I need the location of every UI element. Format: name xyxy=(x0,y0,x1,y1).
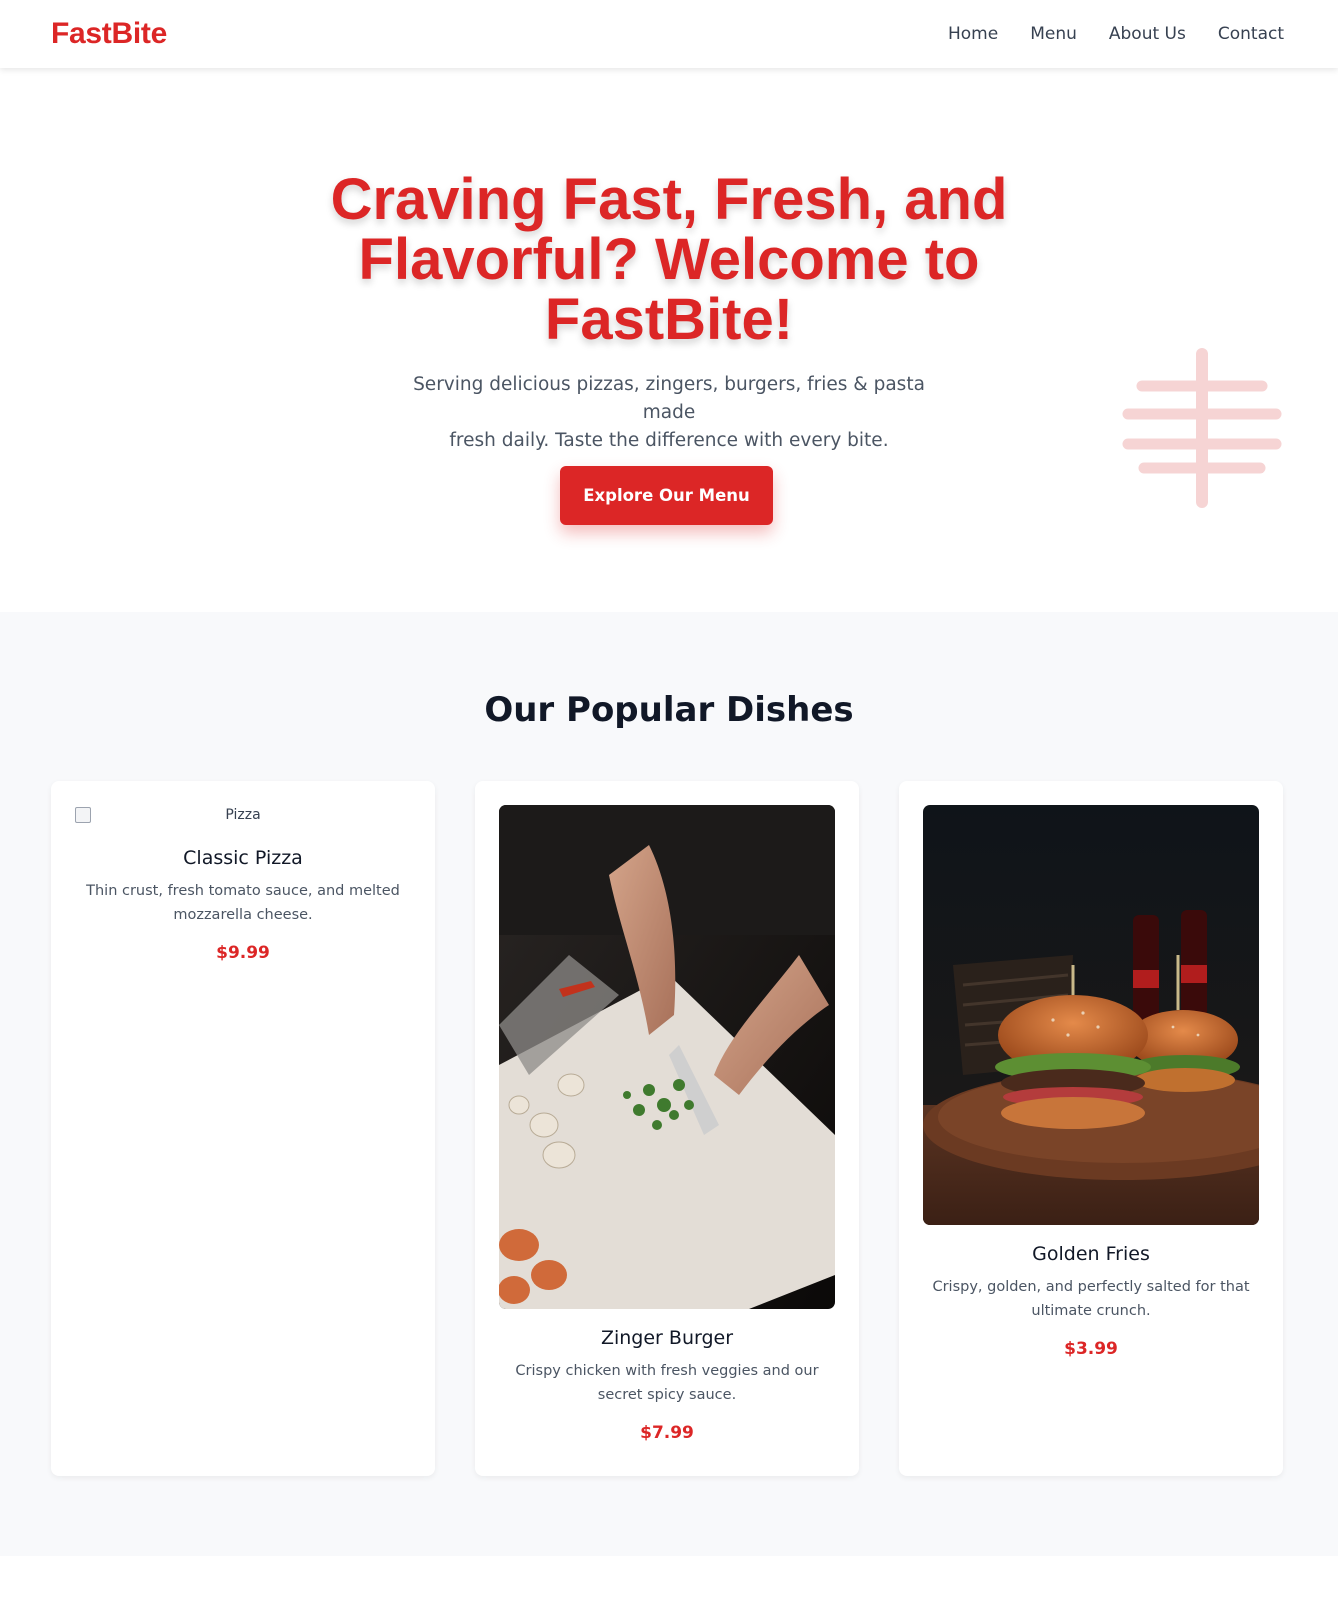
dish-price: $3.99 xyxy=(1064,1339,1118,1359)
dish-description-line: ultimate crunch. xyxy=(1031,1303,1151,1319)
nav-link-contact[interactable]: Contact xyxy=(1218,24,1284,44)
dish-name: Classic Pizza xyxy=(183,847,303,869)
dish-description-line: mozzarella cheese. xyxy=(173,907,313,923)
dish-description-line: Thin crust, fresh tomato sauce, and melt… xyxy=(86,883,400,899)
dish-description: Crispy chicken with fresh veggies and ou… xyxy=(499,1359,835,1407)
hero-title: Craving Fast, Fresh, and Flavorful? Welc… xyxy=(269,170,1069,350)
dish-description: Thin crust, fresh tomato sauce, and melt… xyxy=(75,879,411,927)
dish-image xyxy=(923,805,1259,1225)
popular-dishes-section: Our Popular Dishes Pizza Classic Pizza T… xyxy=(0,612,1338,1556)
nav-link-about[interactable]: About Us xyxy=(1109,24,1186,44)
brand-logo[interactable]: FastBite xyxy=(51,17,167,51)
dish-image-broken: Pizza xyxy=(75,805,411,827)
dish-price: $7.99 xyxy=(640,1423,694,1443)
nav-link-menu[interactable]: Menu xyxy=(1030,24,1077,44)
hero-section: Craving Fast, Fresh, and Flavorful? Welc… xyxy=(0,68,1338,612)
hero-subtitle: Serving delicious pizzas, zingers, burge… xyxy=(389,371,949,455)
page-bottom xyxy=(0,1556,1338,1604)
explore-menu-button[interactable]: Explore Our Menu xyxy=(560,466,773,525)
dish-description-line: Crispy chicken with fresh veggies and ou… xyxy=(515,1363,819,1379)
image-alt-text: Pizza xyxy=(225,807,261,823)
dish-card[interactable]: Golden Fries Crispy, golden, and perfect… xyxy=(899,781,1283,1476)
utensils-icon xyxy=(1122,348,1282,508)
dish-price: $9.99 xyxy=(216,943,270,963)
hero-title-line: Flavorful? Welcome to xyxy=(358,227,980,292)
nav-link-home[interactable]: Home xyxy=(948,24,998,44)
dish-name: Golden Fries xyxy=(1032,1243,1150,1265)
navbar: FastBite Home Menu About Us Contact xyxy=(0,0,1338,68)
dish-description: Crispy, golden, and perfectly salted for… xyxy=(923,1275,1259,1323)
dish-image xyxy=(499,805,835,1309)
dish-description-line: secret spicy sauce. xyxy=(597,1387,737,1403)
dish-description-line: Crispy, golden, and perfectly salted for… xyxy=(932,1279,1250,1295)
section-title: Our Popular Dishes xyxy=(484,690,854,730)
dish-name: Zinger Burger xyxy=(600,1327,734,1349)
nav-links: Home Menu About Us Contact xyxy=(948,24,1284,44)
dish-card-body: Golden Fries Crispy, golden, and perfect… xyxy=(923,1241,1259,1359)
dish-card-body: Classic Pizza Thin crust, fresh tomato s… xyxy=(75,845,411,963)
hero-subtitle-line: fresh daily. Taste the difference with e… xyxy=(449,430,889,451)
hero-title-line: FastBite! xyxy=(544,287,794,352)
dish-card-body: Zinger Burger Crispy chicken with fresh … xyxy=(499,1325,835,1443)
dish-card[interactable]: Pizza Classic Pizza Thin crust, fresh to… xyxy=(51,781,435,1476)
dish-card[interactable]: Zinger Burger Crispy chicken with fresh … xyxy=(475,781,859,1476)
hero-title-line: Craving Fast, Fresh, and xyxy=(330,167,1008,232)
hero-subtitle-line: Serving delicious pizzas, zingers, burge… xyxy=(413,374,925,423)
